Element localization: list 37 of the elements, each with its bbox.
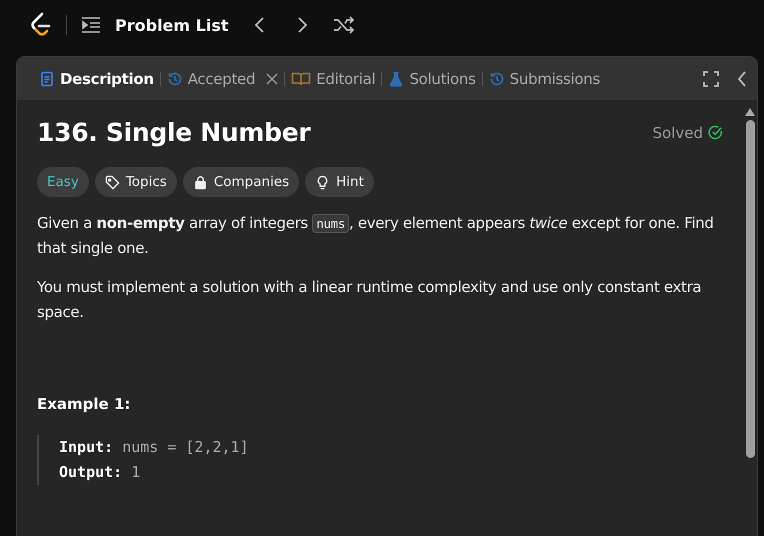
tab[interactable]: Accepted: [160, 70, 284, 88]
problem-title: 136. Single Number: [37, 118, 310, 147]
example-label: Input:: [59, 437, 114, 458]
scroll-up-icon[interactable]: [745, 108, 755, 116]
example-value: 1: [131, 462, 140, 483]
shuffle-icon[interactable]: [332, 16, 354, 34]
tag-button[interactable]: Topics: [94, 167, 177, 197]
expand-icon[interactable]: [703, 70, 719, 86]
logo-icon[interactable]: [30, 12, 52, 38]
previous-icon[interactable]: [252, 16, 266, 34]
description-paragraph: You must implement a solution with a linear runtime complexity and use only constant extra space.: [37, 277, 702, 323]
history-icon: [488, 70, 505, 86]
tab[interactable]: Solutions: [382, 70, 482, 88]
tag-button[interactable]: Hint: [305, 167, 374, 197]
status-label: Solved: [652, 124, 703, 142]
tab[interactable]: Submissions: [482, 70, 606, 88]
book-icon: [291, 70, 312, 86]
example-title: Example 1:: [37, 395, 132, 413]
difficulty-tag[interactable]: Easy: [37, 167, 89, 197]
lock-icon: [192, 174, 208, 190]
lightbulb-icon: [315, 174, 330, 190]
tag-button[interactable]: Companies: [182, 167, 300, 197]
scrollbar-thumb[interactable]: [746, 120, 754, 458]
close-icon[interactable]: [266, 72, 278, 84]
list-icon[interactable]: [81, 16, 101, 34]
description-paragraph: Given a non-empty array of integers nums , every element appears twice except for one. Find that single one.: [37, 213, 715, 259]
tab[interactable]: Description: [33, 70, 160, 88]
flask-icon: [388, 70, 404, 86]
collapse-icon[interactable]: [737, 70, 747, 86]
check-circle-icon: [708, 125, 723, 140]
tab[interactable]: Editorial: [285, 70, 382, 88]
document-icon: [39, 70, 55, 86]
example-label: Output:: [59, 462, 122, 483]
problem-list-link[interactable]: Problem List: [115, 16, 228, 34]
history-icon: [166, 70, 183, 86]
tag-icon: [104, 174, 120, 190]
example-value: nums = [2,2,1]: [122, 437, 249, 458]
